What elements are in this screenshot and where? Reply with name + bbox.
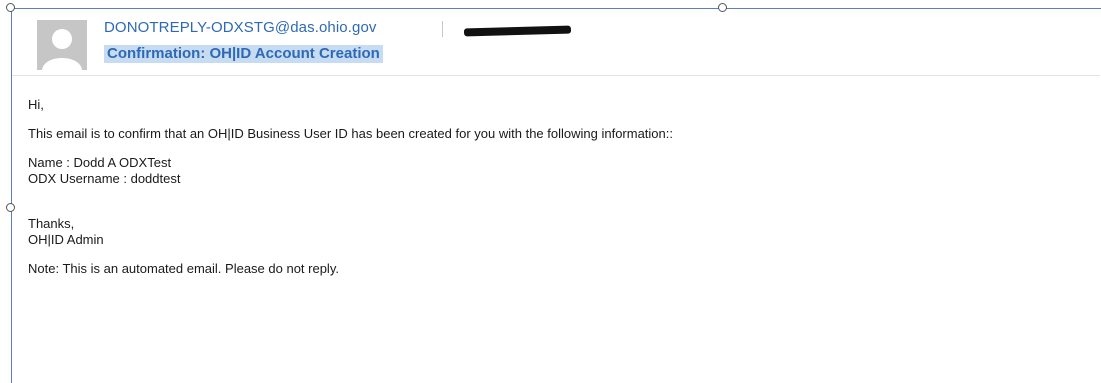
closing-text: Thanks, [28,216,75,231]
email-subject: Confirmation: OH|ID Account Creation [104,45,383,63]
note-text: Note: This is an automated email. Please… [28,261,339,276]
default-person-icon [37,20,87,70]
signature-text: OH|ID Admin [28,232,104,247]
email-body: Hi, This email is to confirm that an OH|… [28,97,1088,277]
header-divider [442,21,443,37]
email-reading-pane: DONOTREPLY-ODXSTG@das.ohio.gov Confirmat… [0,0,1101,383]
redaction-mark [463,25,572,37]
username-line: ODX Username : doddtest [28,171,181,186]
sender-address[interactable]: DONOTREPLY-ODXSTG@das.ohio.gov [104,19,377,36]
intro-text: This email is to confirm that an OH|ID B… [28,126,673,141]
greeting-text: Hi, [28,97,44,112]
resize-handle-middle-left[interactable] [6,203,15,212]
sender-avatar[interactable] [37,20,87,70]
name-line: Name : Dodd A ODXTest [28,155,172,170]
email-header: DONOTREPLY-ODXSTG@das.ohio.gov Confirmat… [12,9,1100,76]
